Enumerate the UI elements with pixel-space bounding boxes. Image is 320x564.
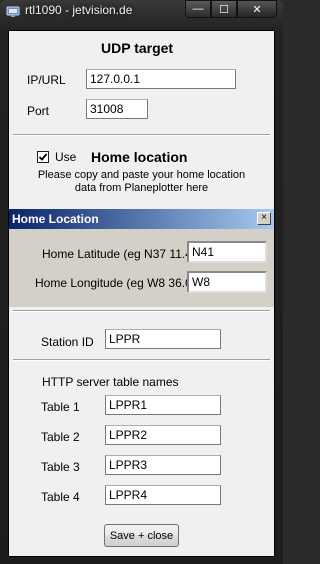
port-input[interactable] (86, 99, 148, 119)
app-window: rtl1090 - jetvision.de — ☐ ✕ UDP target … (0, 0, 283, 564)
table-4-label: Table 4 (41, 490, 80, 504)
save-close-label: Save + close (109, 529, 174, 542)
table-2-label: Table 2 (41, 430, 80, 444)
home-location-panel: Home Location × Home Latitude (eg N37 11… (9, 209, 274, 307)
home-longitude-label: Home Longitude (eg W8 36.0) (35, 276, 196, 290)
checkmark-icon (38, 153, 48, 161)
use-home-checkbox[interactable] (37, 151, 49, 163)
home-longitude-input[interactable] (187, 271, 267, 293)
port-label: Port (27, 104, 50, 118)
table-1-label: Table 1 (41, 400, 80, 414)
station-id-label: Station ID (41, 335, 94, 349)
close-icon: × (261, 212, 267, 223)
home-instruction-line1: Please copy and paste your home location (37, 169, 246, 181)
title-bar[interactable]: rtl1090 - jetvision.de — ☐ ✕ (0, 0, 283, 22)
app-icon (6, 4, 20, 18)
window-title: rtl1090 - jetvision.de (25, 3, 133, 17)
table-3-input[interactable] (105, 455, 221, 475)
udp-target-heading: UDP target (101, 40, 174, 56)
close-icon: ✕ (252, 3, 262, 16)
ip-url-input[interactable] (86, 69, 236, 89)
maximize-icon: ☐ (219, 3, 229, 16)
home-instruction-line2: data from Planeplotter here (74, 182, 209, 194)
maximize-button[interactable]: ☐ (211, 0, 237, 18)
home-latitude-input[interactable] (187, 241, 267, 263)
home-location-heading: Home location (91, 149, 188, 165)
table-3-label: Table 3 (41, 460, 80, 474)
station-id-input[interactable] (105, 329, 221, 349)
table-4-input[interactable] (105, 485, 221, 505)
minimize-button[interactable]: — (185, 0, 211, 18)
panel-close-button[interactable]: × (257, 212, 271, 225)
home-latitude-label: Home Latitude (eg N37 11.4) (42, 247, 196, 261)
settings-form: UDP target IP/URL Port Use Home location… (8, 30, 275, 557)
panel-title-bar[interactable]: Home Location × (9, 209, 274, 229)
separator (13, 134, 270, 136)
minimize-icon: — (192, 3, 204, 15)
close-button[interactable]: ✕ (237, 0, 277, 18)
save-close-button[interactable]: Save + close (104, 524, 179, 547)
table-2-input[interactable] (105, 425, 221, 445)
ip-url-label: IP/URL (27, 73, 66, 87)
separator (13, 359, 270, 361)
panel-title: Home Location (12, 212, 99, 226)
use-home-label: Use (55, 150, 77, 164)
caption-buttons: — ☐ ✕ (185, 0, 277, 18)
http-table-names-heading: HTTP server table names (42, 375, 179, 389)
separator (13, 310, 270, 312)
table-1-input[interactable] (105, 395, 221, 415)
